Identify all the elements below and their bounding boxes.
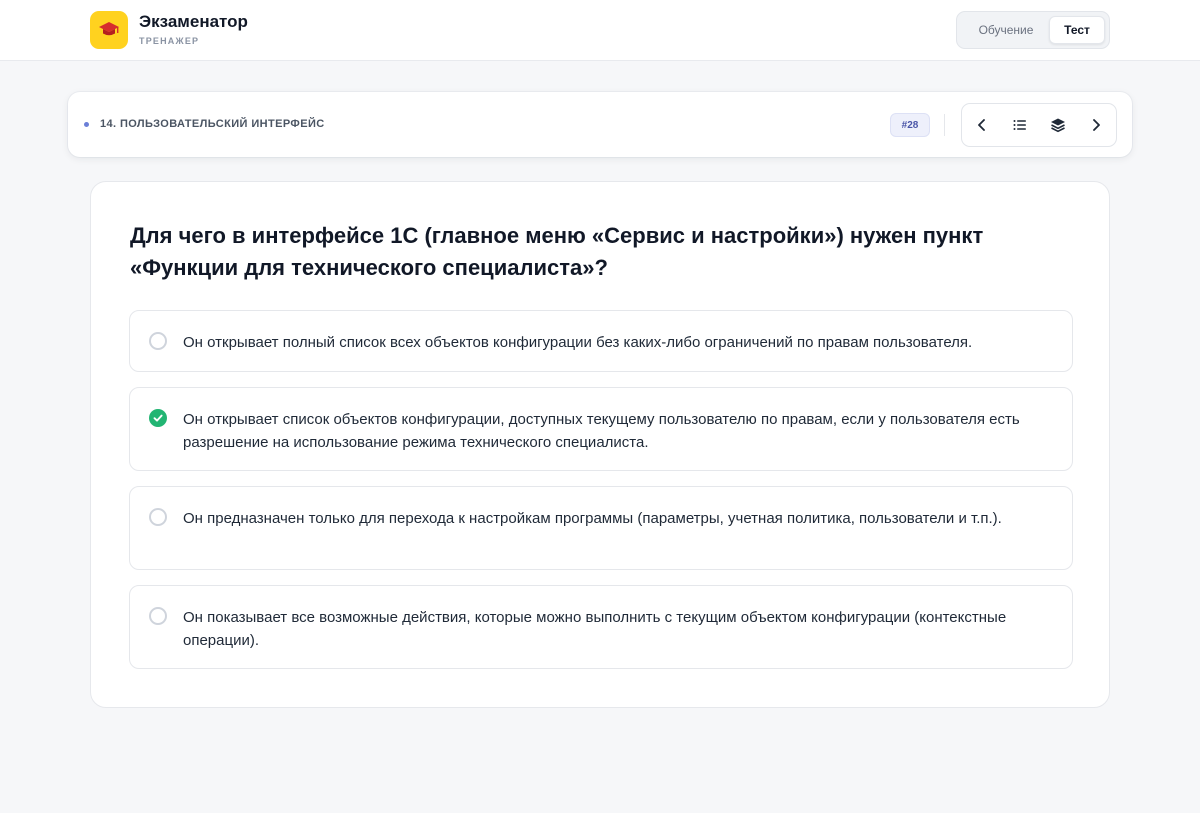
answer-option-text: Он показывает все возможные действия, ко… <box>183 609 1007 649</box>
answer-option-4[interactable]: Он показывает все возможные действия, ко… <box>129 585 1073 669</box>
answer-option-text: Он открывает список объектов конфигураци… <box>183 411 1020 451</box>
topic-bar: 14. ПОЛЬЗОВАТЕЛЬСКИЙ ИНТЕРФЕЙС #28 <box>68 92 1132 157</box>
app-logo[interactable] <box>90 11 128 49</box>
answer-option-2[interactable]: Он открывает список объектов конфигураци… <box>129 387 1073 471</box>
question-list-button[interactable] <box>1005 110 1035 140</box>
mode-learn-button[interactable]: Обучение <box>963 16 1049 44</box>
topic-dot <box>84 122 89 127</box>
question-navigation <box>961 103 1117 147</box>
question-number-badge: #28 <box>890 113 930 137</box>
radio-unchecked-icon[interactable] <box>149 607 167 625</box>
app-title: Экзаменатор <box>139 12 248 31</box>
app-subtitle: ТРЕНАЖЕР <box>139 36 200 46</box>
chevron-right-icon <box>1093 119 1100 131</box>
mode-test-button[interactable]: Тест <box>1049 16 1105 44</box>
radio-unchecked-icon[interactable] <box>149 508 167 526</box>
checkmark-icon <box>153 414 163 422</box>
layers-button[interactable] <box>1043 110 1073 140</box>
question-card: Для чего в интерфейсе 1С (главное меню «… <box>90 181 1110 708</box>
chevron-left-icon <box>978 119 985 131</box>
layers-icon <box>1051 118 1065 133</box>
check-circle-icon[interactable] <box>149 409 167 427</box>
answer-option-text: Он открывает полный список всех объектов… <box>183 334 973 351</box>
radio-unchecked-icon[interactable] <box>149 332 167 350</box>
prev-question-button[interactable] <box>967 110 997 140</box>
answer-option-3[interactable]: Он предназначен только для перехода к на… <box>129 486 1073 570</box>
question-text: Для чего в интерфейсе 1С (главное меню «… <box>130 223 984 280</box>
answer-option-1[interactable]: Он открывает полный список всех объектов… <box>129 310 1073 372</box>
graduation-cap-icon <box>99 22 119 36</box>
answer-option-text: Он предназначен только для перехода к на… <box>183 510 1002 527</box>
top-header: Экзаменатор ТРЕНАЖЕР Обучение Тест <box>0 0 1200 61</box>
topic-title: 14. ПОЛЬЗОВАТЕЛЬСКИЙ ИНТЕРФЕЙС <box>100 118 325 130</box>
next-question-button[interactable] <box>1081 110 1111 140</box>
mode-switch: Обучение Тест <box>956 11 1110 49</box>
list-icon <box>1013 120 1026 130</box>
divider <box>944 114 945 136</box>
